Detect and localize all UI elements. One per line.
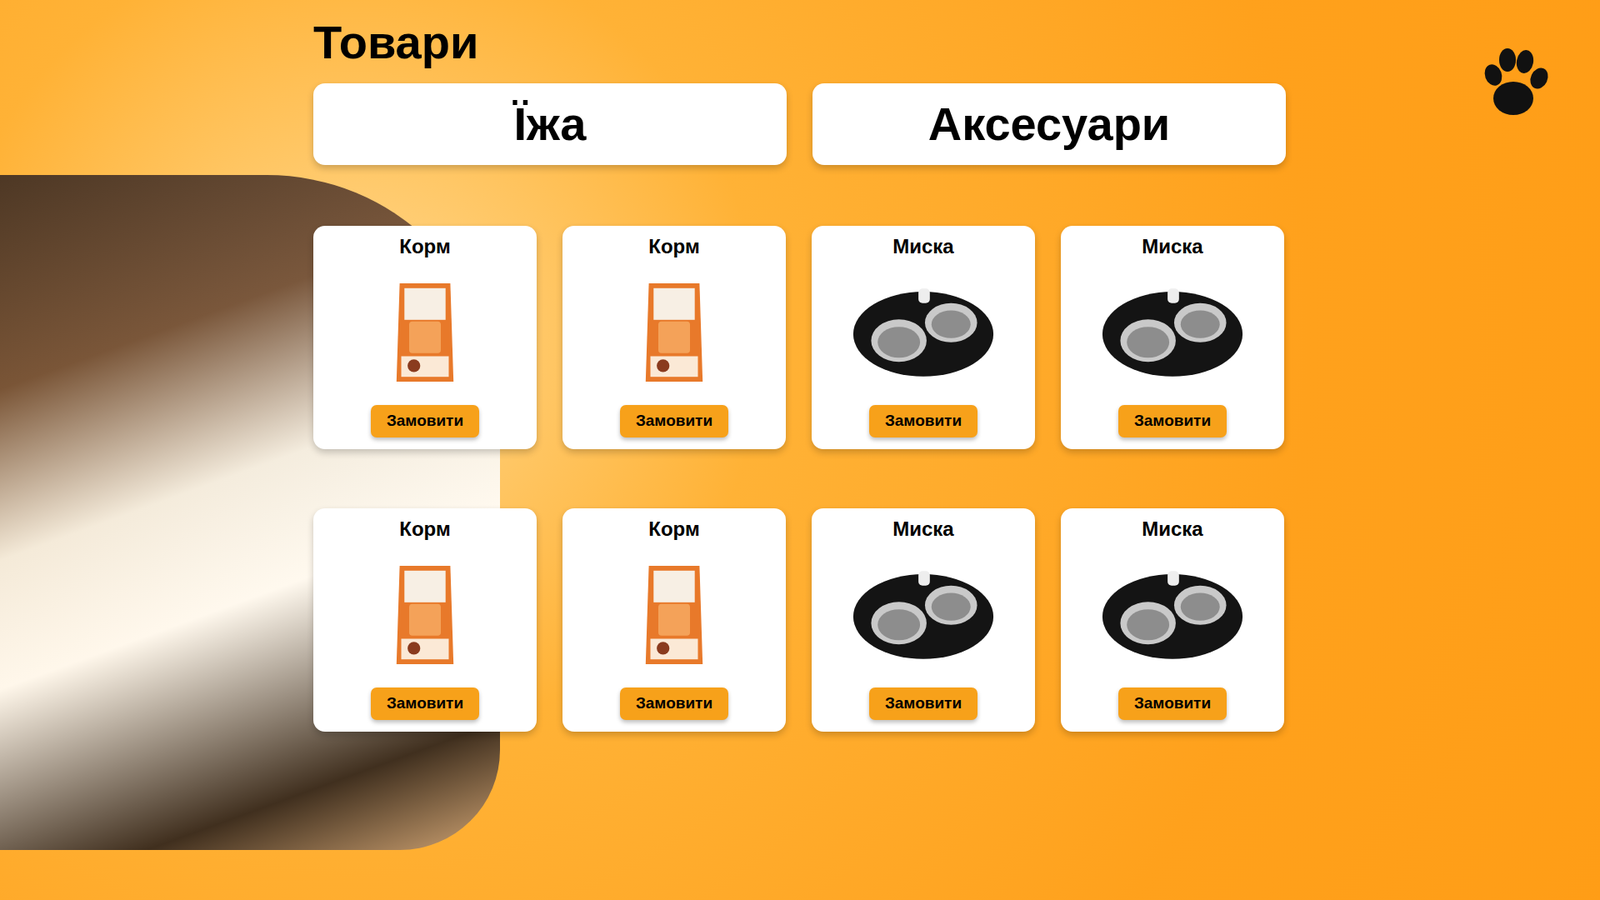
food-bag-image [562,541,786,688]
category-button[interactable]: Їжа [313,83,787,165]
bowl-image [1060,541,1285,688]
product-card[interactable]: Корм Замовити [313,225,537,450]
product-card[interactable]: Корм Замовити [313,508,537,732]
page-title: Товари [313,15,1600,70]
product-card[interactable]: Миска Замовити [811,508,1035,732]
food-bag-image [313,541,537,688]
bowl-image [811,541,1035,688]
product-grid: КормЗамовитиКормЗамовитиМискаЗамовитиМис… [313,225,1600,732]
paw-icon[interactable] [1471,41,1555,125]
food-bag-image [562,259,786,405]
order-button[interactable]: Замовити [620,405,729,438]
category-bar: Їжа Аксесуари [313,83,1600,165]
bowl-image [811,259,1035,405]
product-card[interactable]: Корм Замовити [562,508,786,732]
product-name: Корм [399,234,450,260]
product-name: Корм [399,516,450,542]
order-button[interactable]: Замовити [370,687,480,720]
category-button[interactable]: Аксесуари [812,83,1286,165]
food-bag-image [313,259,537,405]
product-name: Миска [1141,234,1203,260]
product-name: Корм [648,516,700,542]
product-card[interactable]: Миска Замовити [1060,225,1285,450]
product-card[interactable]: Корм Замовити [562,225,786,450]
product-name: Миска [1141,516,1203,542]
order-button[interactable]: Замовити [869,405,978,438]
order-button[interactable]: Замовити [620,687,729,720]
product-card[interactable]: Миска Замовити [1060,508,1285,732]
bowl-image [1060,259,1285,405]
order-button[interactable]: Замовити [1118,687,1227,720]
order-button[interactable]: Замовити [370,405,480,438]
order-button[interactable]: Замовити [1118,405,1227,438]
product-card[interactable]: Миска Замовити [811,225,1035,450]
product-name: Миска [892,516,954,542]
order-button[interactable]: Замовити [869,687,978,720]
product-name: Миска [892,234,954,260]
product-name: Корм [648,234,700,260]
